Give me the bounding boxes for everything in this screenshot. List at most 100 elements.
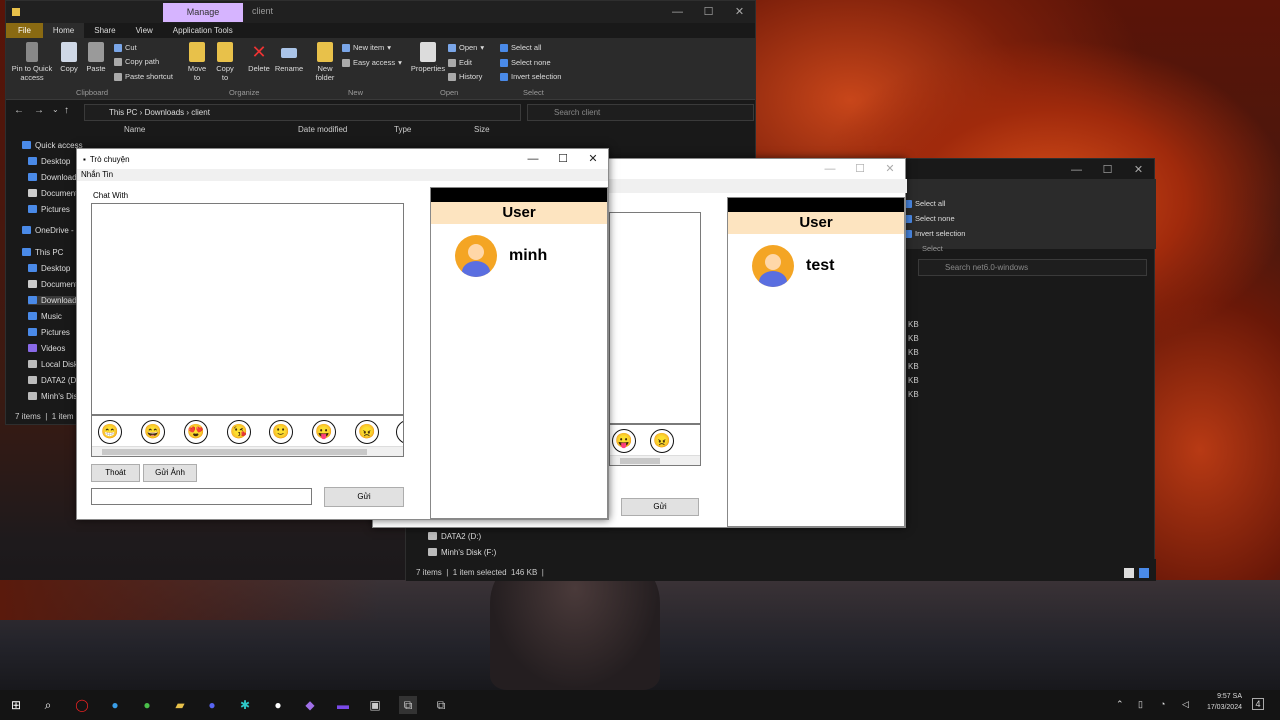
emoji-tongue-icon[interactable]: 😛: [312, 420, 336, 444]
minimize-button[interactable]: —: [662, 1, 693, 23]
nav-pictures[interactable]: Pictures: [28, 205, 70, 214]
user-name[interactable]: minh: [509, 247, 547, 265]
forward-arrow-icon[interactable]: →: [34, 105, 44, 116]
visual-studio-icon[interactable]: ◆: [301, 696, 319, 714]
nav-quick-access[interactable]: Quick access: [22, 141, 83, 150]
history-button[interactable]: History: [448, 72, 482, 81]
close-button[interactable]: ✕: [724, 1, 755, 23]
column-size[interactable]: Size: [474, 125, 490, 134]
invert-selection-button[interactable]: Invert selection: [904, 229, 965, 238]
tab-home[interactable]: Home: [42, 23, 85, 38]
nav-this-pc[interactable]: This PC: [22, 248, 63, 257]
column-type[interactable]: Type: [394, 125, 411, 134]
large-icons-view-icon[interactable]: [1139, 568, 1149, 578]
search-icon[interactable]: ⌕: [39, 696, 57, 714]
close-button[interactable]: ✕: [1123, 159, 1154, 181]
nav-item-data2[interactable]: DATA2 (D:): [428, 532, 481, 541]
new-folder-button[interactable]: New folder: [312, 42, 338, 82]
cut-button[interactable]: Cut: [114, 43, 137, 52]
terminal-icon[interactable]: ▬: [334, 696, 352, 714]
emoji-angry-icon[interactable]: 😠: [650, 429, 674, 453]
breadcrumb-downloads[interactable]: Downloads: [145, 108, 185, 117]
window-app-icon[interactable]: ⧉: [399, 696, 417, 714]
column-name[interactable]: Name: [124, 125, 145, 134]
nav-videos[interactable]: Videos: [28, 344, 65, 353]
minimize-button[interactable]: —: [518, 149, 548, 169]
tab-view[interactable]: View: [126, 23, 163, 38]
paste-button[interactable]: Paste: [84, 42, 108, 73]
invert-selection-button[interactable]: Invert selection: [500, 72, 561, 81]
details-view-icon[interactable]: [1124, 568, 1134, 578]
nav-desktop-pc[interactable]: Desktop: [28, 264, 70, 273]
opera-icon[interactable]: ◯: [73, 696, 91, 714]
select-none-button[interactable]: Select none: [904, 214, 955, 223]
tray-chevron-icon[interactable]: ⌃: [1116, 699, 1124, 710]
copy-button[interactable]: Copy: [58, 42, 80, 73]
select-all-button[interactable]: Select all: [904, 199, 945, 208]
app-icon[interactable]: ✱: [236, 696, 254, 714]
close-button[interactable]: ✕: [875, 159, 905, 179]
emoji-scrollbar[interactable]: [92, 446, 403, 456]
emoji-grin-icon[interactable]: 😁: [98, 420, 122, 444]
send-image-button[interactable]: Gửi Ảnh: [143, 464, 197, 482]
search-input[interactable]: Search net6.0-windows: [918, 259, 1147, 276]
minimize-button[interactable]: —: [1061, 159, 1092, 181]
edge-icon[interactable]: ●: [106, 696, 124, 714]
chat-log[interactable]: [91, 203, 404, 415]
nav-music[interactable]: Music: [28, 312, 62, 321]
tab-nhan-tin[interactable]: Nhắn Tin: [77, 169, 608, 181]
send-button[interactable]: Gửi: [324, 487, 404, 507]
breadcrumb[interactable]: This PC › Downloads › client: [84, 104, 521, 121]
emoji-tongue-icon[interactable]: 😛: [612, 429, 636, 453]
maximize-button[interactable]: ☐: [1092, 159, 1123, 181]
close-button[interactable]: ✕: [578, 149, 608, 169]
discord-icon[interactable]: ●: [203, 696, 221, 714]
emoji-slight-smile-icon[interactable]: 🙂: [269, 420, 293, 444]
paste-shortcut-button[interactable]: Paste shortcut: [114, 72, 173, 81]
nav-documents[interactable]: Document: [28, 189, 77, 198]
emoji-angry-icon[interactable]: 😠: [355, 420, 379, 444]
nav-documents-pc[interactable]: Document: [28, 280, 77, 289]
copy-path-button[interactable]: Copy path: [114, 57, 159, 66]
minimize-button[interactable]: —: [815, 159, 845, 179]
nav-item-minh-disk[interactable]: Minh's Disk (F:): [428, 548, 496, 557]
breadcrumb-this-pc[interactable]: This PC: [109, 108, 137, 117]
chrome-icon[interactable]: ●: [138, 696, 156, 714]
manage-tab[interactable]: Manage: [163, 3, 243, 22]
clock[interactable]: 9:57 SA 17/03/2024: [1196, 693, 1242, 711]
send-button[interactable]: Gửi: [621, 498, 699, 516]
easy-access-button[interactable]: Easy access ▾: [342, 58, 402, 67]
breadcrumb-client[interactable]: client: [191, 108, 210, 117]
emoji-strip[interactable]: 😛 😠: [609, 424, 701, 466]
nav-data2[interactable]: DATA2 (D:: [28, 376, 78, 385]
column-date-modified[interactable]: Date modified: [298, 125, 347, 134]
github-icon[interactable]: ●: [269, 696, 287, 714]
tab-file[interactable]: File: [6, 23, 43, 38]
maximize-button[interactable]: ☐: [548, 149, 578, 169]
chevron-down-icon[interactable]: ⌄: [52, 105, 59, 114]
chat-log[interactable]: [609, 212, 701, 424]
maximize-button[interactable]: ☐: [845, 159, 875, 179]
select-all-button[interactable]: Select all: [500, 43, 541, 52]
nav-pictures-pc[interactable]: Pictures: [28, 328, 70, 337]
nav-desktop[interactable]: Desktop: [28, 157, 70, 166]
user-name[interactable]: test: [806, 257, 834, 275]
select-none-button[interactable]: Select none: [500, 58, 551, 67]
search-input[interactable]: Search client: [527, 104, 754, 121]
move-to-button[interactable]: Move to: [186, 42, 208, 82]
properties-button[interactable]: Properties: [410, 42, 446, 73]
back-arrow-icon[interactable]: ←: [14, 105, 24, 116]
nav-onedrive[interactable]: OneDrive -: [22, 226, 74, 235]
file-explorer-icon[interactable]: ▰: [171, 696, 189, 714]
maximize-button[interactable]: ☐: [693, 1, 724, 23]
volume-icon[interactable]: ◁: [1182, 699, 1189, 710]
delete-button[interactable]: ✕ Delete: [246, 42, 272, 73]
nav-local-disk[interactable]: Local Disk: [28, 360, 78, 369]
window-app-icon[interactable]: ▣: [366, 696, 384, 714]
emoji-kiss-icon[interactable]: 😘: [227, 420, 251, 444]
start-icon[interactable]: ⊞: [7, 696, 25, 714]
network-icon[interactable]: ◔: [1160, 699, 1165, 709]
up-arrow-icon[interactable]: ↑: [64, 105, 69, 116]
copy-to-button[interactable]: Copy to: [214, 42, 236, 82]
window-app-icon[interactable]: ⧉: [432, 696, 450, 714]
